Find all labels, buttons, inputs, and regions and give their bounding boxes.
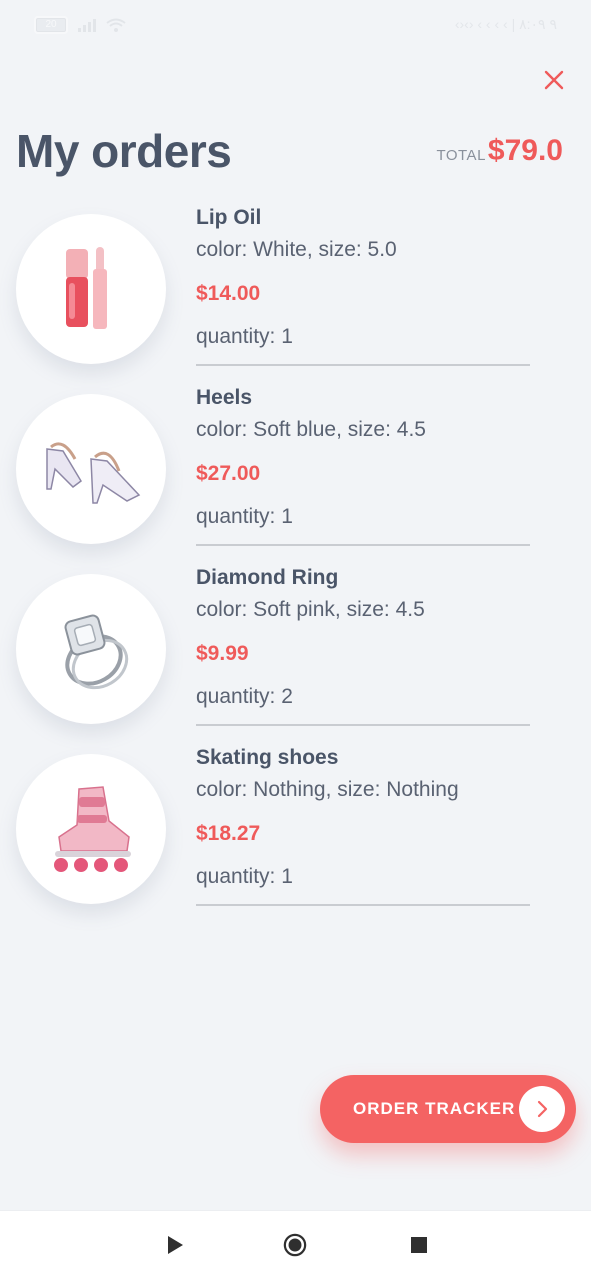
page-title: My orders — [16, 125, 232, 177]
system-nav-bar — [0, 1210, 591, 1281]
order-info: Skating shoes color: Nothing, size: Noth… — [196, 744, 530, 906]
lip-oil-image — [66, 247, 107, 329]
total-label: TOTAL — [436, 147, 486, 164]
order-tracker-label: ORDER TRACKER — [353, 1099, 516, 1118]
product-price: $14.00 — [196, 282, 261, 305]
product-variant: color: Soft pink, size: 4.5 — [196, 598, 425, 621]
chevron-right-icon — [519, 1086, 565, 1132]
back-button[interactable] — [163, 1233, 187, 1257]
product-quantity: quantity: 1 — [196, 505, 293, 528]
skating-shoes-image — [54, 786, 131, 872]
close-button[interactable] — [540, 68, 568, 96]
product-thumbnail[interactable] — [16, 394, 166, 544]
product-name: Lip Oil — [196, 206, 262, 229]
order-info: Heels color: Soft blue, size: 4.5 $27.00… — [196, 384, 530, 546]
status-left: 20 — [34, 16, 126, 34]
product-thumbnail[interactable] — [16, 214, 166, 364]
product-variant: color: Soft blue, size: 4.5 — [196, 418, 426, 441]
close-icon — [544, 70, 564, 90]
status-clock: ‹›‹› ‹ ‹ ‹ ‹ | ٩ ٨:٠٩ — [454, 16, 557, 32]
home-button[interactable] — [283, 1233, 307, 1257]
battery-icon: 20 — [34, 16, 68, 34]
order-info: Diamond Ring color: Soft pink, size: 4.5… — [196, 564, 530, 726]
status-bar: 20 ‹›‹› ‹ ‹ ‹ ‹ | ٩ ٨:٠٩ — [0, 0, 591, 52]
product-name: Skating shoes — [196, 746, 339, 769]
order-item[interactable]: Heels color: Soft blue, size: 4.5 $27.00… — [0, 380, 591, 560]
product-price: $9.99 — [196, 642, 249, 665]
circle-icon — [283, 1233, 307, 1257]
order-tracker-button[interactable]: ORDER TRACKER — [320, 1075, 576, 1143]
wifi-icon — [106, 18, 126, 32]
play-icon — [168, 1236, 183, 1254]
recents-button[interactable] — [407, 1233, 431, 1257]
signal-icon — [78, 18, 96, 32]
product-thumbnail[interactable] — [16, 574, 166, 724]
product-variant: color: Nothing, size: Nothing — [196, 778, 459, 801]
product-name: Heels — [196, 386, 253, 409]
order-info: Lip Oil color: White, size: 5.0 $14.00 q… — [196, 204, 530, 366]
diamond-ring-image — [64, 614, 129, 690]
total-summary: TOTAL $79.0 — [436, 134, 563, 168]
product-quantity: quantity: 2 — [196, 685, 293, 708]
square-icon — [411, 1237, 427, 1253]
product-price: $27.00 — [196, 462, 261, 485]
product-quantity: quantity: 1 — [196, 865, 293, 888]
order-item[interactable]: Diamond Ring color: Soft pink, size: 4.5… — [0, 560, 591, 740]
product-variant: color: White, size: 5.0 — [196, 238, 397, 261]
product-price: $18.27 — [196, 822, 261, 845]
product-quantity: quantity: 1 — [196, 325, 293, 348]
order-item[interactable]: Skating shoes color: Nothing, size: Noth… — [0, 740, 591, 920]
product-thumbnail[interactable] — [16, 754, 166, 904]
order-list: Lip Oil color: White, size: 5.0 $14.00 q… — [0, 200, 591, 920]
heels-image — [46, 442, 141, 504]
product-name: Diamond Ring — [196, 566, 339, 589]
order-item[interactable]: Lip Oil color: White, size: 5.0 $14.00 q… — [0, 200, 591, 380]
total-value: $79.0 — [487, 134, 563, 167]
